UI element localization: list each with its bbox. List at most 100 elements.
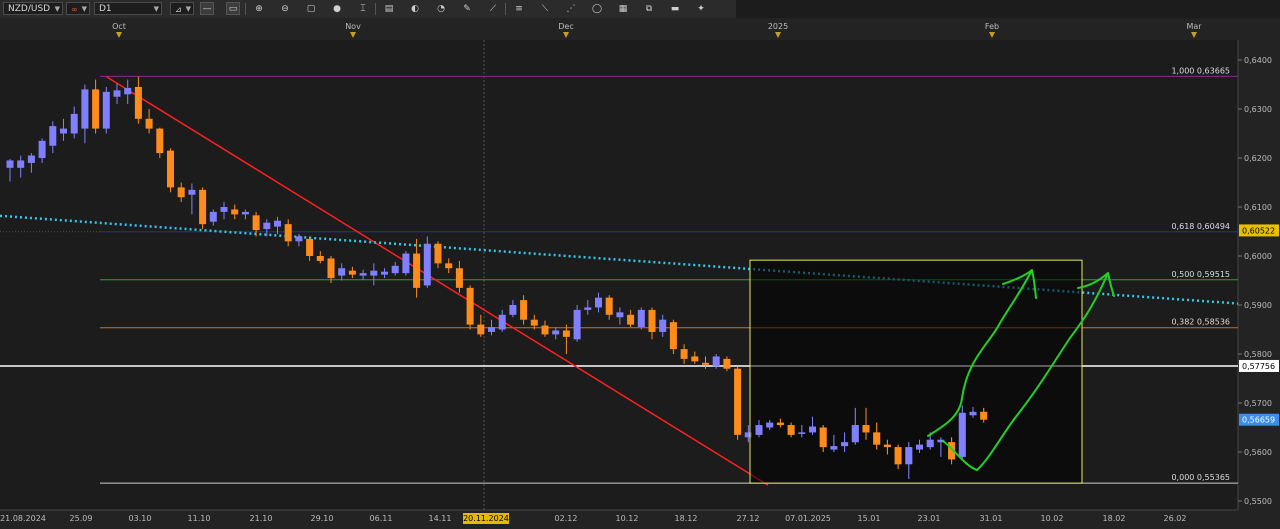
price-label: 0,56659 xyxy=(1242,416,1275,425)
candle[interactable] xyxy=(669,319,677,354)
month-label: Nov xyxy=(345,22,361,31)
candle[interactable] xyxy=(423,236,431,288)
candle[interactable] xyxy=(167,148,174,193)
fib-level-label: 0,618 0,60494 xyxy=(1171,222,1230,231)
candle[interactable] xyxy=(573,305,581,342)
text-icon[interactable]: ▤ xyxy=(382,2,396,15)
candle-body-bull xyxy=(584,307,592,310)
fib-icon[interactable]: ≡ xyxy=(512,2,526,15)
link-icon: ∞ xyxy=(71,5,78,14)
x-tick-label: 31.01 xyxy=(980,514,1003,523)
toolbar-separator xyxy=(505,3,506,15)
chart-type-icon[interactable]: — xyxy=(200,2,214,15)
clone-icon[interactable]: ⧉ xyxy=(642,2,656,15)
candle-body-bull xyxy=(595,297,602,308)
link-select[interactable]: ∞ ▼ xyxy=(66,2,90,15)
candle-body-bull xyxy=(637,309,645,328)
symbol-value: NZD/USD xyxy=(8,4,51,14)
candle-body-bear xyxy=(680,349,688,359)
gann-icon[interactable]: ⋰ xyxy=(564,2,578,15)
candle-body-bull xyxy=(659,319,667,332)
candle-body-bull xyxy=(916,444,923,450)
y-tick-label: 0,5900 xyxy=(1244,301,1272,310)
candle-body-bull xyxy=(263,222,271,230)
ruler-icon[interactable]: ▬ xyxy=(668,2,682,15)
fib-level-label: 0,000 0,55365 xyxy=(1171,473,1230,482)
candle-body-bear xyxy=(819,427,827,448)
x-tick-label: 07.01.2025 xyxy=(785,514,831,523)
analysis-box[interactable] xyxy=(749,259,1083,484)
candle-body-bear xyxy=(145,118,153,129)
volume-icon[interactable]: ⊕ xyxy=(252,2,266,15)
candle-body-bull xyxy=(27,155,35,163)
candle-body-bull xyxy=(766,422,774,428)
candle-body-bear xyxy=(541,325,549,335)
price-label: 0,57756 xyxy=(1242,362,1275,371)
candle-body-bull xyxy=(552,330,560,335)
candle-body-bull xyxy=(241,211,249,215)
chart-type-select[interactable]: ⊿ ▼ xyxy=(170,2,194,15)
toolbar: NZD/USD ▼ ∞ ▼ D1 ▼ ⊿ ▼ — ▭ ⊕ ⊖ ▢ ● ⌶ ▤ ◐ ◔ ✎ ⟋ ≡ ⟍ ⋰ ◯ ▦… xyxy=(0,0,736,19)
toolbar-separator xyxy=(245,3,246,15)
candle-body-bull xyxy=(905,447,913,465)
candle-body-bull xyxy=(295,236,303,242)
candle-body-bear xyxy=(348,270,356,275)
candle-in-box[interactable] xyxy=(958,405,966,460)
x-tick-label: 18.02 xyxy=(1103,514,1126,523)
x-tick-label: 14.11 xyxy=(429,514,452,523)
candle-body-bull xyxy=(573,309,581,340)
candle-body-bull xyxy=(17,160,25,168)
candle-body-bull xyxy=(498,314,506,330)
candle-body-bear xyxy=(413,253,421,288)
candle[interactable] xyxy=(102,86,110,134)
candle-body-bear xyxy=(691,356,699,362)
fib-level-label: 1,000 0,63665 xyxy=(1171,66,1230,75)
candle-body-bear xyxy=(134,86,142,119)
x-tick-label: 15.01 xyxy=(858,514,881,523)
crosshair-icon[interactable]: ⌶ xyxy=(356,2,370,15)
channel-icon[interactable]: ⟍ xyxy=(538,2,552,15)
candle-body-bull xyxy=(958,412,966,457)
candle-body-bull xyxy=(274,220,281,227)
month-label: 2025 xyxy=(768,22,788,31)
zoom-out-icon[interactable]: ▢ xyxy=(304,2,318,15)
candle[interactable] xyxy=(734,366,742,440)
indicator-icon[interactable]: ◔ xyxy=(434,2,448,15)
y-tick-label: 0,6200 xyxy=(1244,154,1272,163)
candle-body-bear xyxy=(894,447,902,465)
fit-icon[interactable]: ● xyxy=(330,2,344,15)
line-icon[interactable]: ▭ xyxy=(226,2,240,15)
candle[interactable] xyxy=(637,307,645,330)
candle[interactable] xyxy=(402,251,410,276)
candle-body-bull xyxy=(509,305,517,315)
chart-area[interactable]: 1,000 0,63665 0,618 0,60494 0,500 0,59515 0… xyxy=(0,18,1280,529)
objects-icon[interactable]: ▦ xyxy=(616,2,630,15)
candle-body-bull xyxy=(391,265,399,274)
candle-body-bull xyxy=(830,446,838,450)
y-tick-label: 0,6000 xyxy=(1244,252,1272,261)
candle-body-bull xyxy=(220,207,228,212)
candle-body-bear xyxy=(702,362,709,365)
candle-body-bear xyxy=(327,258,335,279)
candle-body-bull xyxy=(188,189,196,195)
candle-body-bear xyxy=(477,324,485,335)
template-icon[interactable]: ◐ xyxy=(408,2,422,15)
shapes-icon[interactable]: ◯ xyxy=(590,2,604,15)
candle-body-bear xyxy=(873,432,881,445)
chart-type-icon: ⊿ xyxy=(175,5,182,14)
pencil-icon[interactable]: ✎ xyxy=(460,2,474,15)
candle[interactable] xyxy=(466,285,474,330)
timeframe-select[interactable]: D1 ▼ xyxy=(94,2,162,15)
candle[interactable] xyxy=(199,187,207,230)
zoom-in-icon[interactable]: ⊖ xyxy=(278,2,292,15)
chevron-down-icon: ▼ xyxy=(185,5,191,13)
settings-icon[interactable]: ✦ xyxy=(694,2,708,15)
candle-body-bear xyxy=(669,322,677,350)
candle-body-bear xyxy=(776,422,784,426)
candle-body-bull xyxy=(616,312,624,318)
candle-body-bull xyxy=(209,211,217,222)
symbol-select[interactable]: NZD/USD ▼ xyxy=(3,2,63,15)
candle-body-bull xyxy=(969,411,977,416)
eraser-icon[interactable]: ⟋ xyxy=(486,2,500,15)
month-label: Oct xyxy=(112,22,126,31)
